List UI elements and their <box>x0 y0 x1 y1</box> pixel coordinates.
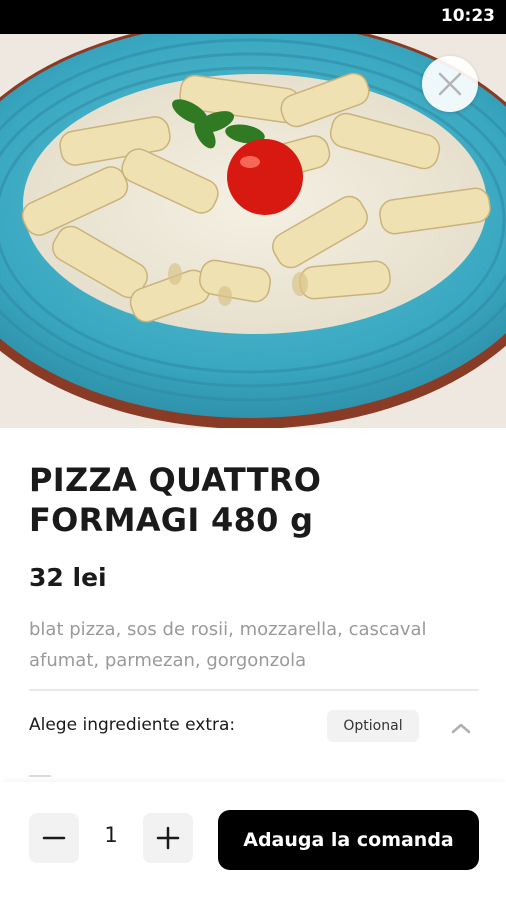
extras-list-peek <box>29 775 51 777</box>
extras-label: Alege ingrediente extra: <box>29 715 236 735</box>
plus-icon <box>156 826 180 850</box>
increase-quantity-button[interactable] <box>143 813 193 863</box>
quantity-value: 1 <box>104 823 118 847</box>
decrease-quantity-button[interactable] <box>29 813 79 863</box>
product-info: PIZZA QUATTRO FORMAGI 480 g 32 lei blat … <box>29 460 479 676</box>
close-icon <box>438 72 462 96</box>
extras-section-header[interactable]: Alege ingrediente extra: Optional <box>29 708 479 744</box>
status-time: 10:23 <box>440 6 495 26</box>
product-price: 32 lei <box>29 563 107 592</box>
chevron-up-icon[interactable] <box>449 716 473 740</box>
optional-badge: Optional <box>327 710 419 742</box>
product-description: blat pizza, sos de rosii, mozzarella, ca… <box>29 619 427 671</box>
add-to-order-button[interactable]: Adauga la comanda <box>218 810 479 870</box>
divider <box>29 689 479 691</box>
product-title: PIZZA QUATTRO FORMAGI 480 g <box>29 461 322 539</box>
close-button[interactable] <box>422 56 478 112</box>
status-bar: 10:23 <box>0 0 506 34</box>
minus-icon <box>42 836 66 840</box>
